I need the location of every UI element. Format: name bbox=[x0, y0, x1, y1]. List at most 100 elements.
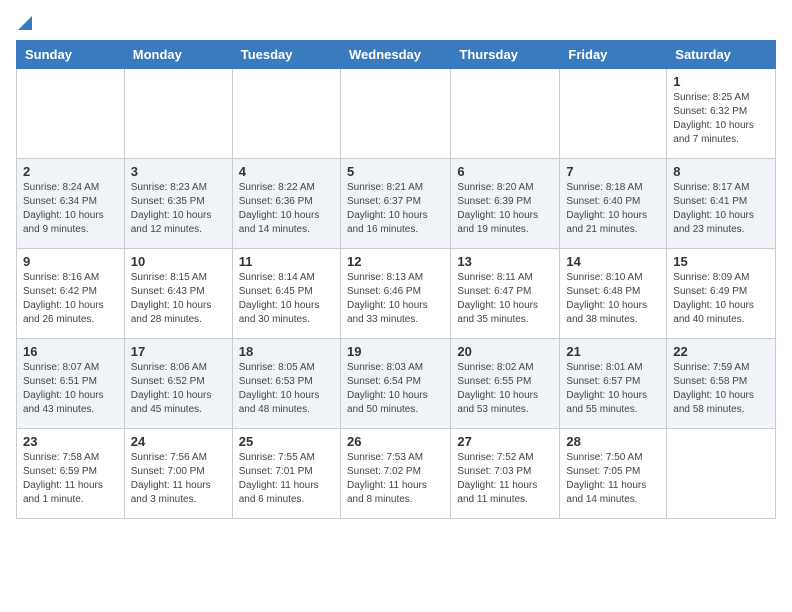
day-info: Sunrise: 7:56 AM Sunset: 7:00 PM Dayligh… bbox=[131, 451, 226, 507]
calendar-cell: 23 Sunrise: 7:58 AM Sunset: 6:59 PM Dayli… bbox=[17, 429, 125, 519]
day-info: Sunrise: 7:58 AM Sunset: 6:59 PM Dayligh… bbox=[23, 451, 118, 507]
day-number: 18 bbox=[239, 344, 334, 359]
calendar-cell bbox=[17, 69, 125, 159]
day-number: 14 bbox=[566, 254, 660, 269]
day-number: 12 bbox=[347, 254, 444, 269]
day-header-friday: Friday bbox=[560, 41, 667, 69]
day-number: 19 bbox=[347, 344, 444, 359]
day-number: 11 bbox=[239, 254, 334, 269]
day-number: 13 bbox=[457, 254, 553, 269]
calendar-cell: 7 Sunrise: 8:18 AM Sunset: 6:40 PM Daylig… bbox=[560, 159, 667, 249]
calendar-cell: 21 Sunrise: 8:01 AM Sunset: 6:57 PM Dayli… bbox=[560, 339, 667, 429]
day-number: 5 bbox=[347, 164, 444, 179]
calendar-cell: 28 Sunrise: 7:50 AM Sunset: 7:05 PM Dayli… bbox=[560, 429, 667, 519]
day-info: Sunrise: 8:16 AM Sunset: 6:42 PM Dayligh… bbox=[23, 271, 118, 327]
day-info: Sunrise: 8:18 AM Sunset: 6:40 PM Dayligh… bbox=[566, 181, 660, 237]
day-number: 1 bbox=[673, 74, 769, 89]
day-info: Sunrise: 8:02 AM Sunset: 6:55 PM Dayligh… bbox=[457, 361, 553, 417]
day-number: 3 bbox=[131, 164, 226, 179]
calendar-cell: 22 Sunrise: 7:59 AM Sunset: 6:58 PM Dayli… bbox=[667, 339, 776, 429]
day-info: Sunrise: 8:20 AM Sunset: 6:39 PM Dayligh… bbox=[457, 181, 553, 237]
logo-icon bbox=[18, 16, 32, 30]
calendar-cell: 4 Sunrise: 8:22 AM Sunset: 6:36 PM Daylig… bbox=[232, 159, 340, 249]
day-info: Sunrise: 8:22 AM Sunset: 6:36 PM Dayligh… bbox=[239, 181, 334, 237]
day-header-saturday: Saturday bbox=[667, 41, 776, 69]
calendar-cell: 11 Sunrise: 8:14 AM Sunset: 6:45 PM Dayli… bbox=[232, 249, 340, 339]
day-info: Sunrise: 8:25 AM Sunset: 6:32 PM Dayligh… bbox=[673, 91, 769, 147]
calendar-cell: 25 Sunrise: 7:55 AM Sunset: 7:01 PM Dayli… bbox=[232, 429, 340, 519]
day-info: Sunrise: 8:01 AM Sunset: 6:57 PM Dayligh… bbox=[566, 361, 660, 417]
day-info: Sunrise: 8:10 AM Sunset: 6:48 PM Dayligh… bbox=[566, 271, 660, 327]
day-info: Sunrise: 7:59 AM Sunset: 6:58 PM Dayligh… bbox=[673, 361, 769, 417]
day-info: Sunrise: 8:24 AM Sunset: 6:34 PM Dayligh… bbox=[23, 181, 118, 237]
calendar-cell: 8 Sunrise: 8:17 AM Sunset: 6:41 PM Daylig… bbox=[667, 159, 776, 249]
calendar-cell: 15 Sunrise: 8:09 AM Sunset: 6:49 PM Dayli… bbox=[667, 249, 776, 339]
day-info: Sunrise: 8:03 AM Sunset: 6:54 PM Dayligh… bbox=[347, 361, 444, 417]
day-number: 10 bbox=[131, 254, 226, 269]
day-info: Sunrise: 8:07 AM Sunset: 6:51 PM Dayligh… bbox=[23, 361, 118, 417]
calendar-cell: 3 Sunrise: 8:23 AM Sunset: 6:35 PM Daylig… bbox=[124, 159, 232, 249]
calendar-cell: 6 Sunrise: 8:20 AM Sunset: 6:39 PM Daylig… bbox=[451, 159, 560, 249]
day-number: 21 bbox=[566, 344, 660, 359]
day-info: Sunrise: 7:53 AM Sunset: 7:02 PM Dayligh… bbox=[347, 451, 444, 507]
day-number: 17 bbox=[131, 344, 226, 359]
day-number: 6 bbox=[457, 164, 553, 179]
day-header-sunday: Sunday bbox=[17, 41, 125, 69]
calendar-cell: 2 Sunrise: 8:24 AM Sunset: 6:34 PM Daylig… bbox=[17, 159, 125, 249]
day-info: Sunrise: 8:11 AM Sunset: 6:47 PM Dayligh… bbox=[457, 271, 553, 327]
calendar-cell: 17Sunrise: 8:06 AM Sunset: 6:52 PM Dayli… bbox=[124, 339, 232, 429]
day-number: 7 bbox=[566, 164, 660, 179]
day-info: Sunrise: 8:05 AM Sunset: 6:53 PM Dayligh… bbox=[239, 361, 334, 417]
calendar-cell bbox=[560, 69, 667, 159]
day-info: Sunrise: 8:14 AM Sunset: 6:45 PM Dayligh… bbox=[239, 271, 334, 327]
calendar-cell bbox=[124, 69, 232, 159]
day-info: Sunrise: 7:50 AM Sunset: 7:05 PM Dayligh… bbox=[566, 451, 660, 507]
day-info: Sunrise: 7:55 AM Sunset: 7:01 PM Dayligh… bbox=[239, 451, 334, 507]
calendar-cell: 24 Sunrise: 7:56 AM Sunset: 7:00 PM Dayli… bbox=[124, 429, 232, 519]
page-header bbox=[16, 16, 776, 28]
day-info: Sunrise: 7:52 AM Sunset: 7:03 PM Dayligh… bbox=[457, 451, 553, 507]
calendar-cell: 20 Sunrise: 8:02 AM Sunset: 6:55 PM Dayli… bbox=[451, 339, 560, 429]
calendar-cell: 14 Sunrise: 8:10 AM Sunset: 6:48 PM Dayli… bbox=[560, 249, 667, 339]
calendar-cell: 26 Sunrise: 7:53 AM Sunset: 7:02 PM Dayli… bbox=[340, 429, 450, 519]
calendar-cell: 10 Sunrise: 8:15 AM Sunset: 6:43 PM Dayli… bbox=[124, 249, 232, 339]
day-header-thursday: Thursday bbox=[451, 41, 560, 69]
day-info: Sunrise: 8:17 AM Sunset: 6:41 PM Dayligh… bbox=[673, 181, 769, 237]
day-number: 2 bbox=[23, 164, 118, 179]
day-number: 22 bbox=[673, 344, 769, 359]
day-info: Sunrise: 8:09 AM Sunset: 6:49 PM Dayligh… bbox=[673, 271, 769, 327]
calendar-cell bbox=[232, 69, 340, 159]
day-number: 23 bbox=[23, 434, 118, 449]
day-info: Sunrise: 8:13 AM Sunset: 6:46 PM Dayligh… bbox=[347, 271, 444, 327]
day-number: 28 bbox=[566, 434, 660, 449]
calendar-cell: 5 Sunrise: 8:21 AM Sunset: 6:37 PM Daylig… bbox=[340, 159, 450, 249]
day-number: 16 bbox=[23, 344, 118, 359]
calendar-cell bbox=[451, 69, 560, 159]
day-info: Sunrise: 8:23 AM Sunset: 6:35 PM Dayligh… bbox=[131, 181, 226, 237]
calendar-cell bbox=[667, 429, 776, 519]
day-header-tuesday: Tuesday bbox=[232, 41, 340, 69]
day-number: 15 bbox=[673, 254, 769, 269]
day-number: 26 bbox=[347, 434, 444, 449]
calendar-cell: 27 Sunrise: 7:52 AM Sunset: 7:03 PM Dayli… bbox=[451, 429, 560, 519]
calendar-cell: 19 Sunrise: 8:03 AM Sunset: 6:54 PM Dayli… bbox=[340, 339, 450, 429]
calendar-cell: 18 Sunrise: 8:05 AM Sunset: 6:53 PM Dayli… bbox=[232, 339, 340, 429]
day-header-monday: Monday bbox=[124, 41, 232, 69]
day-number: 8 bbox=[673, 164, 769, 179]
calendar-cell: 13 Sunrise: 8:11 AM Sunset: 6:47 PM Dayli… bbox=[451, 249, 560, 339]
day-number: 27 bbox=[457, 434, 553, 449]
day-number: 4 bbox=[239, 164, 334, 179]
day-number: 20 bbox=[457, 344, 553, 359]
calendar-cell: 1 Sunrise: 8:25 AM Sunset: 6:32 PM Daylig… bbox=[667, 69, 776, 159]
calendar-cell bbox=[340, 69, 450, 159]
day-info: Sunrise: 8:21 AM Sunset: 6:37 PM Dayligh… bbox=[347, 181, 444, 237]
calendar-table: SundayMondayTuesdayWednesdayThursdayFrid… bbox=[16, 40, 776, 519]
day-number: 25 bbox=[239, 434, 334, 449]
calendar-cell: 9 Sunrise: 8:16 AM Sunset: 6:42 PM Daylig… bbox=[17, 249, 125, 339]
day-number: 24 bbox=[131, 434, 226, 449]
logo bbox=[16, 16, 32, 28]
day-number: 9 bbox=[23, 254, 118, 269]
day-header-wednesday: Wednesday bbox=[340, 41, 450, 69]
day-info: Sunrise: 8:15 AM Sunset: 6:43 PM Dayligh… bbox=[131, 271, 226, 327]
calendar-cell: 12 Sunrise: 8:13 AM Sunset: 6:46 PM Dayli… bbox=[340, 249, 450, 339]
